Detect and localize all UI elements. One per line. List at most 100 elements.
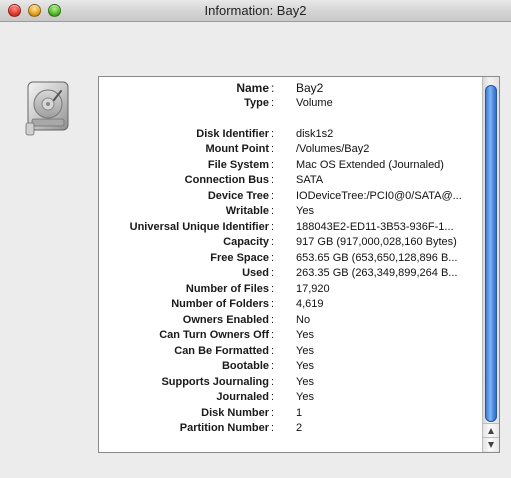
info-label: Supports Journaling	[161, 375, 269, 388]
label-separator: :	[271, 329, 275, 341]
label-separator: :	[271, 360, 275, 372]
arrow-down-icon	[488, 442, 494, 448]
info-value: 188043E2-ED11-3B53-936F-1...	[296, 220, 454, 233]
info-label: Journaled	[216, 391, 269, 403]
label-separator: :	[271, 97, 275, 109]
info-value: IODeviceTree:/PCI0@0/SATA@...	[296, 189, 462, 202]
info-row: Can Turn Owners Off: Yes	[99, 328, 479, 344]
info-label: Name	[236, 81, 269, 95]
label-separator: :	[271, 375, 275, 388]
label-separator: :	[271, 205, 275, 217]
info-row: Capacity: 917 GB (917,000,028,160 Bytes)	[99, 235, 479, 251]
info-row: Name: Bay2	[99, 80, 479, 96]
label-separator: :	[271, 81, 275, 95]
info-row: Partition Number: 2	[99, 421, 479, 437]
info-row: File System: Mac OS Extended (Journaled)	[99, 158, 479, 174]
info-label: Free Space	[210, 251, 269, 264]
info-row: Mount Point: /Volumes/Bay2	[99, 142, 479, 158]
info-value: SATA	[296, 174, 324, 186]
row-spacer	[99, 112, 479, 127]
arrow-up-icon	[488, 428, 494, 434]
info-value: Yes	[296, 205, 314, 217]
label-separator: :	[271, 143, 275, 155]
info-label: Number of Folders	[171, 298, 269, 310]
info-label: Owners Enabled	[182, 313, 269, 326]
info-list: Name: Bay2 Type: Volume Disk Identifier: disk…	[99, 80, 479, 437]
label-separator: :	[271, 158, 275, 171]
label-separator: :	[271, 174, 275, 186]
info-row: Device Tree: IODeviceTree:/PCI0@0/SATA@..…	[99, 189, 479, 205]
scroll-up-button[interactable]	[483, 423, 499, 437]
info-label: Capacity	[223, 236, 269, 248]
info-panel[interactable]: Name: Bay2 Type: Volume Disk Identifier: disk…	[98, 76, 500, 453]
info-value: Volume	[296, 97, 333, 109]
label-separator: :	[271, 236, 275, 248]
info-row: Journaled: Yes	[99, 390, 479, 406]
label-separator: :	[271, 313, 275, 326]
info-value: disk1s2	[296, 127, 334, 140]
information-window: Information: Bay2 Name: Bay2 Type: Vol…	[0, 0, 511, 478]
info-label: Disk Identifier	[196, 127, 269, 140]
info-value: 263.35 GB (263,349,899,264 B...	[296, 267, 458, 279]
info-value: Yes	[296, 344, 314, 357]
info-label: Connection Bus	[184, 174, 269, 186]
scrollbar-thumb[interactable]	[485, 85, 497, 422]
info-value: 653.65 GB (653,650,128,896 B...	[296, 251, 458, 264]
scroll-down-button[interactable]	[483, 437, 499, 451]
info-value: 917 GB (917,000,028,160 Bytes)	[296, 236, 457, 248]
info-value: No	[296, 313, 311, 326]
info-label: Can Turn Owners Off	[159, 329, 269, 341]
label-separator: :	[271, 344, 275, 357]
info-value: 1	[296, 406, 303, 419]
hard-disk-icon	[24, 78, 72, 138]
info-label: Disk Number	[201, 406, 269, 419]
info-row: Bootable: Yes	[99, 359, 479, 375]
label-separator: :	[271, 267, 275, 279]
label-separator: :	[271, 422, 275, 434]
info-value: 17,920	[296, 282, 330, 295]
info-label: Bootable	[221, 360, 269, 372]
info-row: Can Be Formatted: Yes	[99, 344, 479, 360]
info-value: /Volumes/Bay2	[296, 143, 370, 155]
info-label: Universal Unique Identifier	[129, 220, 269, 233]
info-row: Writable: Yes	[99, 204, 479, 220]
info-row: Type: Volume	[99, 96, 479, 112]
info-row: Free Space: 653.65 GB (653,650,128,896 B.…	[99, 251, 479, 267]
info-row: Number of Files: 17,920	[99, 282, 479, 298]
info-label: Used	[242, 267, 269, 279]
info-row: Number of Folders: 4,619	[99, 297, 479, 313]
info-label: Device Tree	[207, 189, 269, 202]
info-label: Type	[244, 97, 269, 109]
vertical-scrollbar[interactable]	[482, 77, 499, 452]
label-separator: :	[271, 298, 275, 310]
info-value: Mac OS Extended (Journaled)	[296, 158, 444, 171]
label-separator: :	[271, 189, 275, 202]
info-value: Yes	[296, 375, 314, 388]
info-label: Can Be Formatted	[174, 344, 269, 357]
label-separator: :	[271, 220, 275, 233]
info-value: 2	[296, 422, 303, 434]
info-row: Connection Bus: SATA	[99, 173, 479, 189]
info-row: Universal Unique Identifier: 188043E2-ED1…	[99, 220, 479, 236]
label-separator: :	[271, 282, 275, 295]
title-bar: Information: Bay2	[0, 0, 511, 22]
info-row: Disk Number: 1	[99, 406, 479, 422]
info-value: Yes	[296, 360, 314, 372]
info-label: Number of Files	[185, 282, 269, 295]
info-value: 4,619	[296, 298, 324, 310]
info-label: File System	[207, 158, 269, 171]
info-value: Bay2	[296, 81, 324, 95]
info-label: Mount Point	[205, 143, 269, 155]
info-label: Partition Number	[179, 422, 269, 434]
info-value: Yes	[296, 391, 314, 403]
label-separator: :	[271, 251, 275, 264]
label-separator: :	[271, 406, 275, 419]
label-separator: :	[271, 391, 275, 403]
info-row: Supports Journaling: Yes	[99, 375, 479, 391]
info-row: Used: 263.35 GB (263,349,899,264 B...	[99, 266, 479, 282]
info-row: Owners Enabled: No	[99, 313, 479, 329]
info-label: Writable	[225, 205, 269, 217]
window-title: Information: Bay2	[204, 3, 307, 18]
label-separator: :	[271, 127, 275, 140]
info-row: Disk Identifier: disk1s2	[99, 127, 479, 143]
